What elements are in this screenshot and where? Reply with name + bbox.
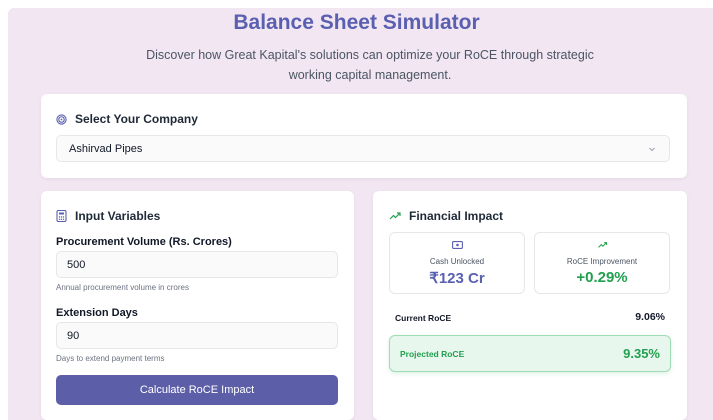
impact-card-title: Financial Impact bbox=[409, 209, 504, 223]
trending-up-icon bbox=[597, 241, 608, 249]
roce-improvement-label: RoCE Improvement bbox=[566, 257, 638, 266]
roce-improvement-value: +0.29% bbox=[576, 269, 628, 286]
page-subtitle: Discover how Great Kapital's solutions c… bbox=[146, 48, 594, 82]
extension-days-hint: Days to extend payment terms bbox=[56, 354, 165, 363]
calculate-roce-button[interactable]: Calculate RoCE Impact bbox=[56, 375, 338, 405]
current-roce-value: 9.06% bbox=[635, 311, 665, 323]
cash-unlocked-label: Cash Unlocked bbox=[429, 257, 485, 266]
input-card-header: Input Variables bbox=[56, 209, 160, 223]
company-card-header: Select Your Company bbox=[56, 112, 198, 126]
extension-days-label: Extension Days bbox=[56, 307, 138, 319]
cash-unlocked-tile: Cash Unlocked ₹123 Cr bbox=[389, 232, 525, 294]
chevron-down-icon bbox=[647, 144, 657, 154]
current-roce-label: Current RoCE bbox=[395, 313, 452, 323]
extension-days-input[interactable] bbox=[56, 322, 338, 349]
financial-impact-card: Financial Impact Cash Unlocked ₹123 Cr R… bbox=[373, 191, 687, 420]
calculator-icon bbox=[56, 210, 67, 222]
company-select[interactable]: Ashirvad Pipes bbox=[56, 135, 670, 162]
target-icon bbox=[56, 113, 67, 125]
page-title: Balance Sheet Simulator bbox=[233, 11, 480, 34]
projected-roce-label: Projected RoCE bbox=[400, 349, 465, 359]
procurement-hint: Annual procurement volume in crores bbox=[56, 283, 189, 292]
company-card-title: Select Your Company bbox=[75, 112, 198, 126]
input-variables-card: Input Variables Procurement Volume (Rs. … bbox=[41, 191, 354, 420]
company-card: Select Your Company Ashirvad Pipes bbox=[41, 94, 687, 178]
company-select-value: Ashirvad Pipes bbox=[69, 142, 143, 155]
projected-roce-panel: Projected RoCE 9.35% bbox=[389, 335, 671, 372]
procurement-input[interactable] bbox=[56, 251, 338, 278]
roce-improvement-tile: RoCE Improvement +0.29% bbox=[534, 232, 670, 294]
banknote-icon bbox=[451, 241, 463, 249]
projected-roce-value: 9.35% bbox=[623, 346, 660, 361]
cash-unlocked-value: ₹123 Cr bbox=[429, 270, 485, 287]
impact-card-header: Financial Impact bbox=[389, 209, 503, 223]
procurement-label: Procurement Volume (Rs. Crores) bbox=[56, 236, 232, 248]
trending-up-icon bbox=[389, 211, 401, 221]
input-card-title: Input Variables bbox=[75, 209, 161, 223]
